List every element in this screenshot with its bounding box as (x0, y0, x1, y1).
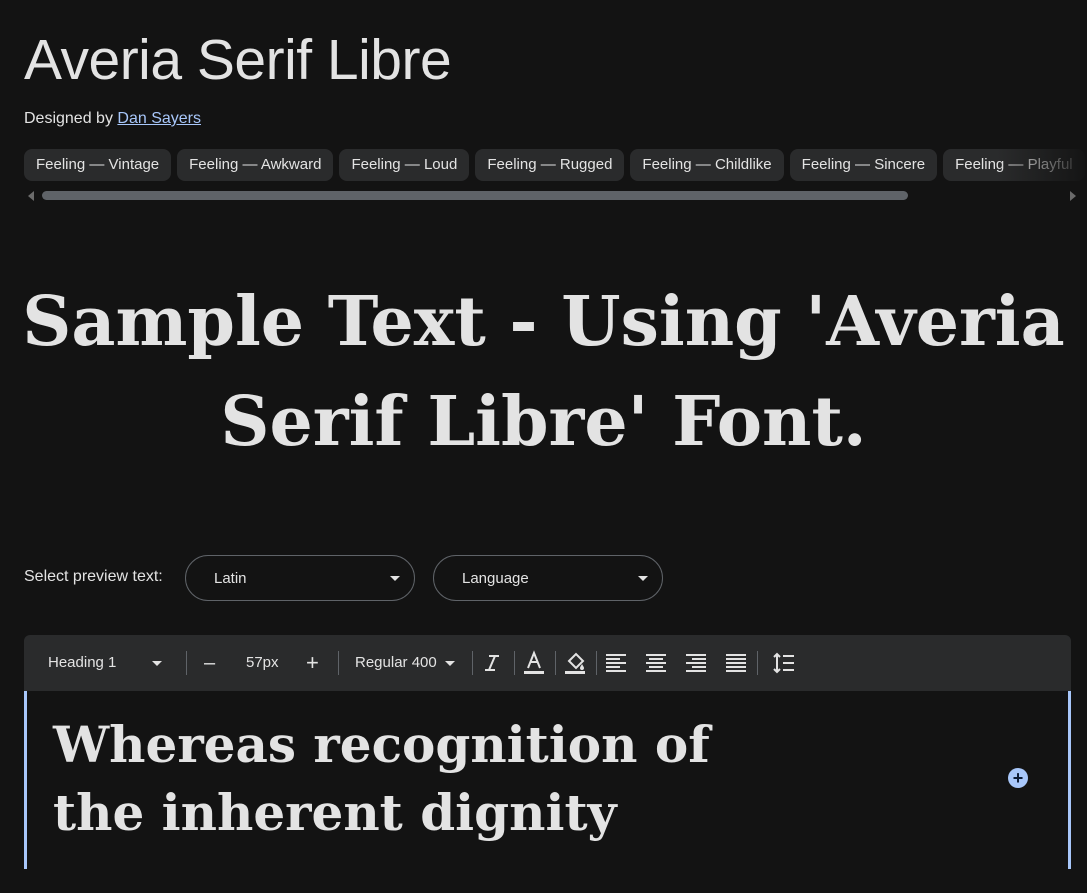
designed-by-label: Designed by (24, 110, 113, 127)
align-justify-icon[interactable] (722, 649, 750, 677)
editor-text[interactable]: Whereas recognition of the inherent dign… (53, 711, 813, 847)
fill-color-icon[interactable] (561, 649, 589, 677)
chevron-down-icon (638, 576, 648, 581)
editor-area[interactable]: Whereas recognition of the inherent dign… (24, 691, 1071, 869)
align-right-icon[interactable] (682, 649, 710, 677)
font-title: Averia Serif Libre (24, 28, 452, 92)
toolbar-divider (555, 651, 556, 675)
line-height-icon[interactable] (770, 649, 798, 677)
scroll-left-icon[interactable] (28, 191, 34, 201)
scroll-thumb[interactable] (42, 191, 908, 200)
italic-icon[interactable] (478, 649, 506, 677)
script-select[interactable]: Latin (185, 555, 415, 601)
script-select-value: Latin (214, 570, 247, 587)
tag-chip[interactable]: Feeling — Rugged (475, 149, 625, 181)
designer-line: Designed by Dan Sayers (24, 110, 201, 128)
size-value[interactable]: 57px (246, 635, 279, 691)
tags-scrollbar[interactable] (24, 188, 1076, 204)
weight-dropdown[interactable]: Regular 400 (355, 635, 455, 691)
chevron-down-icon (390, 576, 400, 581)
text-color-icon[interactable] (520, 649, 548, 677)
tag-chip[interactable]: Feeling — Sincere (789, 149, 938, 181)
style-value: Heading 1 (48, 654, 117, 671)
language-select-value: Language (462, 570, 529, 587)
sample-text: Sample Text - Using 'Averia Serif Libre'… (22, 282, 1065, 462)
toolbar-divider (757, 651, 758, 675)
tag-chip[interactable]: Feeling — Awkward (177, 149, 334, 181)
align-left-icon[interactable] (602, 649, 630, 677)
toolbar-divider (472, 651, 473, 675)
tag-chip[interactable]: Feeling — Loud (339, 149, 470, 181)
increase-size-button[interactable]: + (306, 635, 319, 691)
chevron-down-icon (152, 660, 163, 666)
align-center-icon[interactable] (642, 649, 670, 677)
scroll-right-icon[interactable] (1070, 191, 1076, 201)
toolbar-divider (514, 651, 515, 675)
tag-chip[interactable]: Feeling — Vintage (24, 149, 172, 181)
tag-chip[interactable]: Feeling — Childlike (630, 149, 784, 181)
language-select[interactable]: Language (433, 555, 663, 601)
toolbar-divider (338, 651, 339, 675)
add-icon[interactable]: + (1008, 768, 1028, 788)
feeling-tags: Feeling — Vintage Feeling — Awkward Feelin… (24, 149, 1087, 182)
toolbar-divider (596, 651, 597, 675)
chevron-down-icon (444, 660, 455, 666)
style-dropdown[interactable]: Heading 1 (48, 635, 163, 691)
preview-label: Select preview text: (24, 568, 163, 585)
weight-value: Regular 400 (355, 654, 437, 671)
editor-toolbar: Heading 1 – 57px + Regular 400 (24, 635, 1071, 691)
tag-chip[interactable]: Feeling — Playful (943, 149, 1085, 181)
designer-link[interactable]: Dan Sayers (117, 110, 201, 127)
toolbar-divider (186, 651, 187, 675)
decrease-size-button[interactable]: – (204, 635, 215, 691)
